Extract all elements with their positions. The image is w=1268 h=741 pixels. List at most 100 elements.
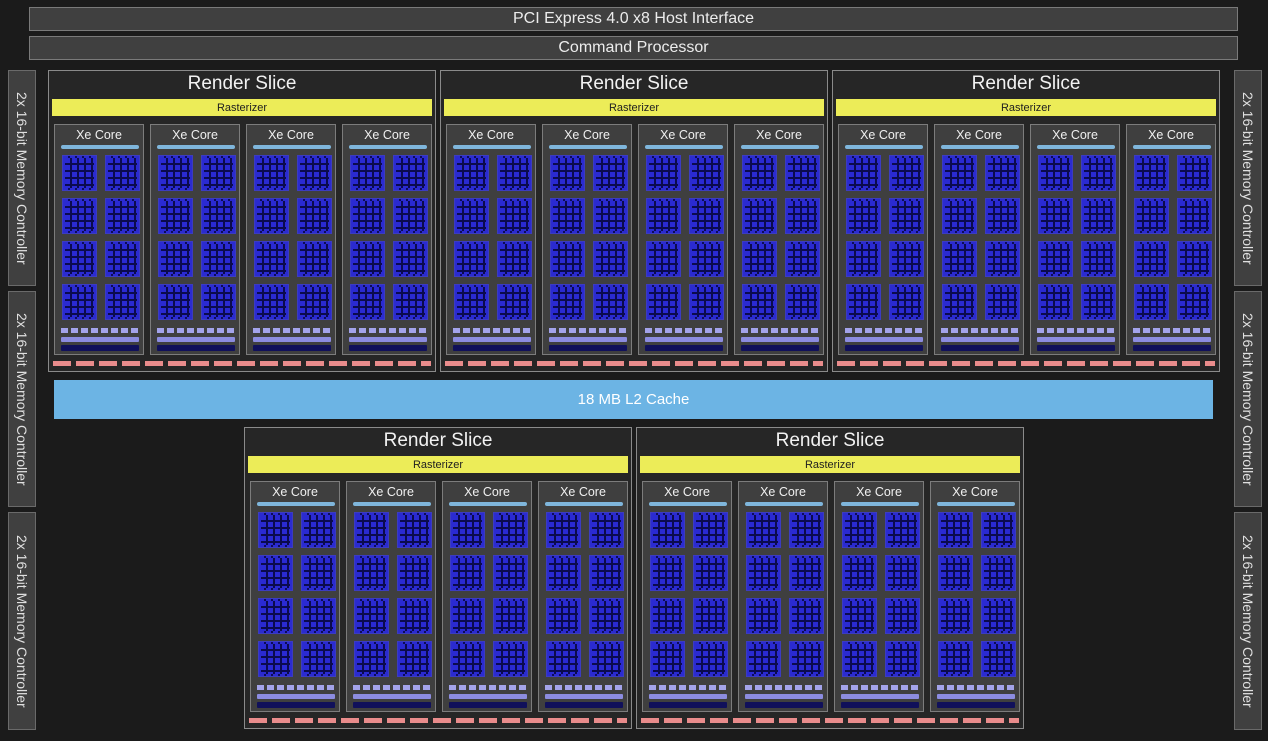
xe-core: Xe Core	[538, 481, 628, 712]
xe-core: Xe Core	[150, 124, 240, 355]
vector-engine-grid	[496, 558, 525, 588]
vector-engine	[746, 641, 781, 677]
vector-engine	[158, 198, 193, 234]
xe-core-title: Xe Core	[1052, 128, 1098, 142]
l1-cache-bar	[349, 337, 427, 342]
vector-engine-grid	[204, 287, 233, 317]
memory-controller-right-2: 2x 16-bit Memory Controller	[1234, 291, 1262, 507]
vector-engine-grid	[945, 158, 974, 188]
vector-engine	[889, 198, 924, 234]
vector-engine	[397, 512, 432, 548]
vector-engine	[297, 155, 332, 191]
shared-memory-bar	[645, 345, 723, 351]
vector-engine-grid	[1137, 287, 1166, 317]
vector-engine-grid	[161, 244, 190, 274]
xe-core-title: Xe Core	[368, 485, 414, 499]
render-slice: Render Slice Rasterizer Xe Core Xe Core Xe C…	[244, 427, 632, 729]
load-store-row	[549, 328, 627, 333]
vector-engine-grid	[1137, 244, 1166, 274]
vector-engine	[885, 641, 920, 677]
vector-engine	[1134, 198, 1169, 234]
vector-engine-grid	[888, 601, 917, 631]
xe-core-title: Xe Core	[1148, 128, 1194, 142]
vector-engine	[546, 512, 581, 548]
load-store-row	[61, 328, 139, 333]
vector-engine-grid	[692, 158, 721, 188]
vector-engine-grid	[596, 158, 625, 188]
command-processor-label: Command Processor	[558, 39, 709, 56]
vector-engine-grid	[792, 601, 821, 631]
xe-core-title: Xe Core	[956, 128, 1002, 142]
vector-engine-grid	[65, 244, 94, 274]
xe-core: Xe Core	[342, 124, 432, 355]
vector-engine-grid	[553, 244, 582, 274]
memory-strip	[445, 361, 823, 366]
vector-engine	[689, 155, 724, 191]
vector-engine	[454, 241, 489, 277]
vector-engine	[201, 284, 236, 320]
vector-engine-grid	[1041, 287, 1070, 317]
vector-engine-grid	[353, 201, 382, 231]
xe-core-title: Xe Core	[952, 485, 998, 499]
vector-engine-grid	[941, 601, 970, 631]
vector-engine	[981, 512, 1016, 548]
load-store-row	[157, 328, 235, 333]
vector-engine	[785, 198, 820, 234]
l1-cache-bar	[453, 337, 531, 342]
vector-engine-grid	[984, 601, 1013, 631]
xe-core-title: Xe Core	[664, 485, 710, 499]
vector-engine	[354, 641, 389, 677]
shared-memory-bar	[453, 345, 531, 351]
l2-cache-label: 18 MB L2 Cache	[577, 391, 690, 408]
l1-cache-bar	[941, 337, 1019, 342]
vector-engine-grid	[749, 558, 778, 588]
vector-engine-grid	[453, 644, 482, 674]
l2-cache: 18 MB L2 Cache	[54, 380, 1213, 419]
vector-engine	[1081, 155, 1116, 191]
vector-engine-grid	[400, 558, 429, 588]
xe-core-title: Xe Core	[760, 485, 806, 499]
vector-engine	[62, 241, 97, 277]
vector-engine-grid	[300, 287, 329, 317]
load-store-row	[937, 685, 1015, 690]
vector-engine-grid	[592, 515, 621, 545]
vector-engine-grid	[888, 558, 917, 588]
xe-core-top-bar	[61, 145, 139, 149]
vector-engine	[942, 155, 977, 191]
xe-core-top-bar	[649, 502, 727, 506]
vector-engine	[350, 198, 385, 234]
vector-engine-grid	[845, 515, 874, 545]
vector-engine-grid	[692, 201, 721, 231]
vector-engine-grid	[396, 158, 425, 188]
l1-cache-bar	[645, 337, 723, 342]
load-store-row	[845, 328, 923, 333]
vector-engine	[1081, 241, 1116, 277]
vector-engine	[105, 241, 140, 277]
vector-engine-grid	[1041, 201, 1070, 231]
vector-engine-grid	[653, 601, 682, 631]
xe-core-title: Xe Core	[860, 128, 906, 142]
shared-memory-bar	[349, 345, 427, 351]
l1-cache-bar	[937, 694, 1015, 699]
vector-engine	[393, 284, 428, 320]
host-interface-label: PCI Express 4.0 x8 Host Interface	[513, 10, 754, 27]
load-store-row	[449, 685, 527, 690]
xe-core-title: Xe Core	[660, 128, 706, 142]
render-slice: Render Slice Rasterizer Xe Core Xe Core Xe C…	[48, 70, 436, 372]
vector-engine-grid	[941, 558, 970, 588]
vector-engine	[546, 598, 581, 634]
shared-memory-bar	[545, 702, 623, 708]
vector-engine	[550, 284, 585, 320]
vector-engine	[942, 284, 977, 320]
render-slice: Render Slice Rasterizer Xe Core Xe Core Xe C…	[440, 70, 828, 372]
vector-engine	[646, 241, 681, 277]
vector-engine-grid	[592, 558, 621, 588]
vector-engine	[589, 641, 624, 677]
vector-engine	[593, 241, 628, 277]
vector-engine	[62, 284, 97, 320]
vector-engine	[1134, 155, 1169, 191]
vector-engine	[646, 155, 681, 191]
xe-core-top-bar	[545, 502, 623, 506]
shared-memory-bar	[549, 345, 627, 351]
vector-engine	[297, 241, 332, 277]
